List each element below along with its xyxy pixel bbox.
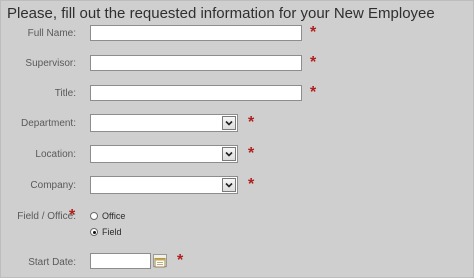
supervisor-input[interactable] [90,55,302,71]
full-name-label: Full Name: [27,28,76,39]
field-office-required-marker: * [69,207,76,224]
location-required-marker: * [248,145,255,162]
location-select[interactable] [90,145,238,163]
company-select[interactable] [90,176,238,194]
company-required-marker: * [248,176,255,193]
chevron-down-icon[interactable] [222,178,236,192]
field-office-label: Field / Office: [17,211,76,222]
full-name-required-marker: * [310,24,317,41]
field-radio[interactable] [90,228,98,236]
title-label: Title: [54,88,76,99]
calendar-icon[interactable] [153,254,167,268]
office-radio-label: Office [102,211,126,221]
new-employee-form: Please, fill out the requested informati… [0,0,474,278]
start-date-label: Start Date: [28,257,76,268]
start-date-input[interactable] [90,253,151,269]
department-required-marker: * [248,114,255,131]
full-name-input[interactable] [90,25,302,41]
office-radio[interactable] [90,212,98,220]
field-radio-label: Field [102,227,122,237]
radio-option-field[interactable]: Field [90,227,122,237]
supervisor-label: Supervisor: [25,58,76,69]
department-label: Department: [20,118,76,129]
radio-option-office[interactable]: Office [90,211,125,221]
chevron-down-icon[interactable] [222,147,236,161]
chevron-down-icon[interactable] [222,116,236,130]
form-heading: Please, fill out the requested informati… [7,5,435,22]
department-select[interactable] [90,114,238,132]
title-required-marker: * [310,84,317,101]
start-date-required-marker: * [177,252,184,269]
title-input[interactable] [90,85,302,101]
location-label: Location: [35,149,76,160]
company-label: Company: [30,180,76,191]
supervisor-required-marker: * [310,54,317,71]
